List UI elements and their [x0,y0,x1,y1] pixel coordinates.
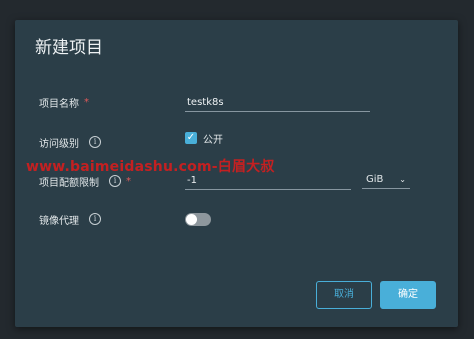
quota-unit-value: GiB [366,173,384,185]
project-name-input[interactable] [185,93,370,112]
public-checkbox-label: 公开 [203,135,223,146]
info-icon[interactable]: i [89,213,101,225]
cancel-button[interactable]: 取消 [316,281,372,309]
mirror-proxy-label: 镜像代理 [39,215,79,227]
access-level-row: 访问级别 i [39,130,101,154]
mirror-proxy-toggle[interactable] [185,213,211,226]
dialog-title: 新建项目 [35,38,103,58]
project-name-label: 项目名称 [39,98,79,110]
mirror-proxy-row: 镜像代理 i [39,207,101,231]
chevron-down-icon: ⌄ [399,174,406,184]
quota-unit-select[interactable]: GiB ⌄ [362,170,410,189]
info-icon[interactable]: i [109,175,121,187]
required-mark: * [126,175,131,187]
info-icon[interactable]: i [89,136,101,148]
required-mark: * [84,96,89,108]
public-checkbox[interactable]: ✓ [185,132,197,144]
access-level-label: 访问级别 [39,138,79,150]
watermark-text: www.baimeidashu.com-白眉大叔 [26,159,275,175]
project-name-row: 项目名称 * [39,90,89,114]
ok-button[interactable]: 确定 [380,281,436,309]
toggle-knob [186,214,197,225]
